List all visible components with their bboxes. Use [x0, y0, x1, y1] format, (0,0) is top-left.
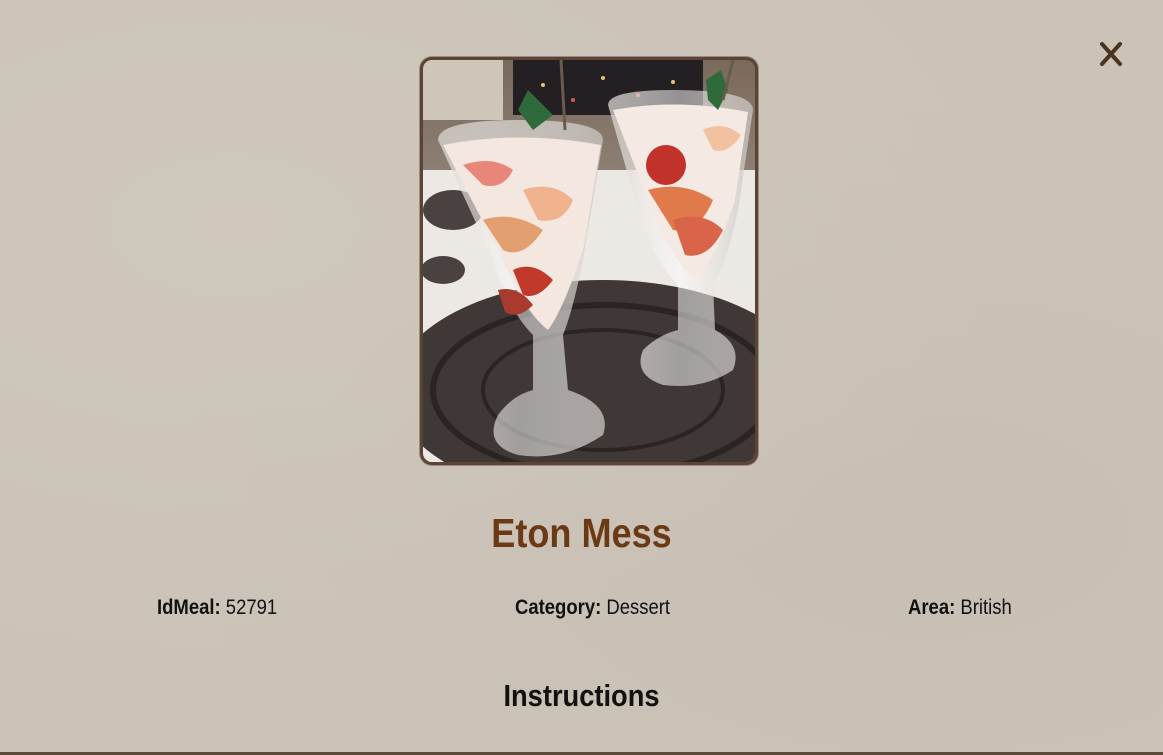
instructions-heading: Instructions [503, 678, 660, 713]
close-icon [1100, 42, 1122, 66]
meal-category-label: Category: [515, 596, 607, 619]
meal-id: IdMeal: 52791 [157, 596, 277, 620]
meal-area: Area: British [908, 596, 1012, 620]
meal-area-label: Area: [908, 596, 961, 619]
meal-id-value: 52791 [225, 596, 278, 619]
meal-detail-modal: Eton Mess IdMeal: 52791 Category: Desser… [0, 0, 1163, 752]
meal-id-label: IdMeal: [157, 596, 226, 619]
close-button[interactable] [1095, 36, 1127, 72]
meal-photo [423, 60, 755, 462]
meal-category: Category: Dessert [515, 596, 670, 620]
meal-image [420, 57, 758, 465]
meal-area-value: British [960, 596, 1012, 619]
meal-title: Eton Mess [491, 510, 672, 556]
meal-category-value: Dessert [606, 596, 671, 619]
